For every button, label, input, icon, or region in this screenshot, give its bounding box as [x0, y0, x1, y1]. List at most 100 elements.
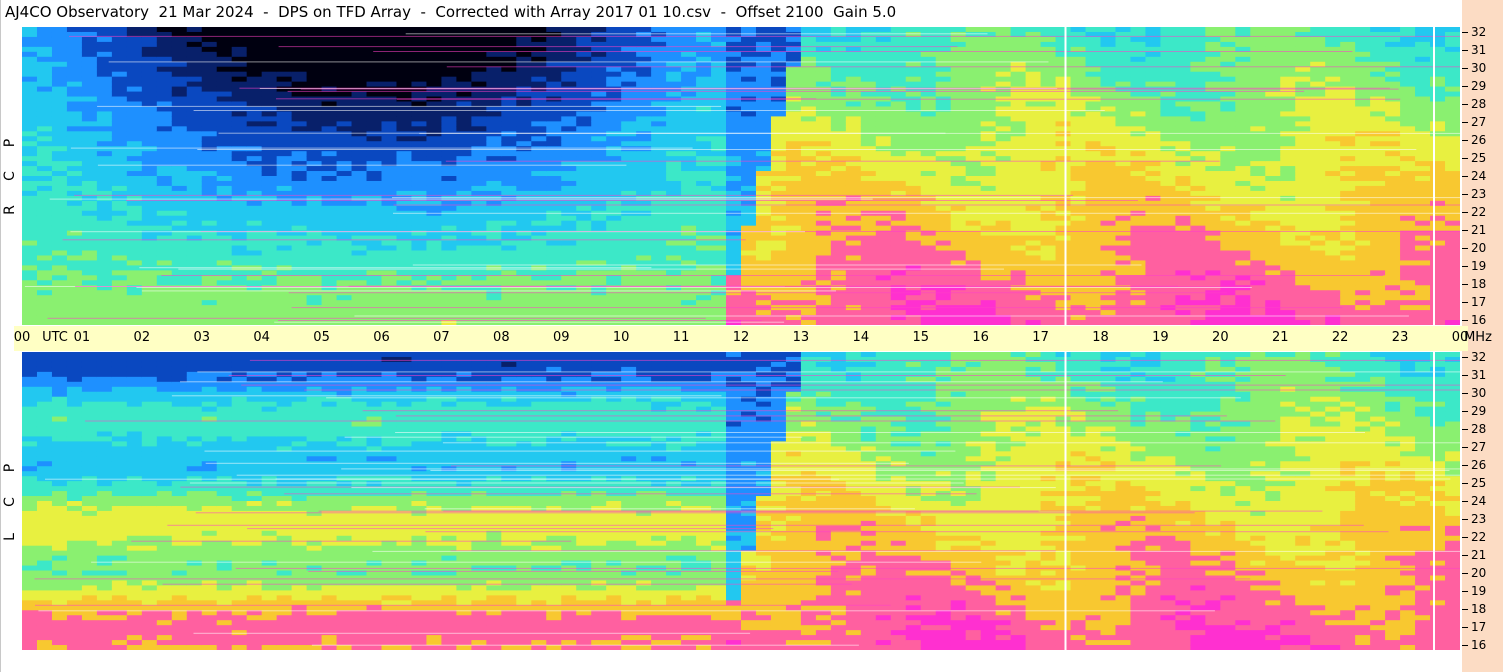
heatmap-cell	[785, 136, 802, 142]
heatmap-cell	[156, 180, 173, 187]
heatmap-cell	[1055, 255, 1072, 262]
heatmap-cell	[22, 126, 38, 132]
heatmap-cell	[1250, 161, 1266, 167]
heatmap-cell	[726, 300, 742, 306]
heatmap-cell	[696, 121, 712, 127]
heatmap-cell	[1235, 260, 1251, 266]
heatmap-cell	[186, 200, 203, 207]
heatmap-cell	[965, 41, 982, 48]
heatmap-cell	[561, 81, 577, 88]
heatmap-cell	[815, 215, 832, 222]
heatmap-cell	[276, 171, 293, 177]
heatmap-cell	[920, 91, 937, 98]
heatmap-cell	[546, 36, 562, 43]
heatmap-cell	[336, 235, 353, 242]
heatmap-cell	[606, 310, 622, 316]
heatmap-cell	[216, 131, 233, 137]
heatmap-cell	[591, 141, 607, 147]
heatmap-cell	[681, 121, 697, 127]
heatmap-cell	[636, 121, 652, 127]
heatmap-cell	[501, 76, 517, 83]
heatmap-cell	[426, 235, 443, 242]
heatmap-cell	[920, 180, 937, 187]
heatmap-cell	[1220, 106, 1236, 113]
heatmap-cell	[711, 275, 727, 281]
heatmap-cell	[935, 51, 952, 58]
heatmap-cell	[950, 320, 967, 325]
heatmap-cell	[531, 131, 547, 137]
heatmap-cell	[965, 275, 982, 281]
heatmap-cell	[651, 176, 667, 182]
heatmap-cell	[1205, 195, 1221, 202]
heatmap-cell	[156, 156, 173, 162]
heatmap-cell	[66, 250, 83, 257]
heatmap-cell	[546, 136, 562, 142]
heatmap-cell	[486, 151, 502, 157]
heatmap-cell	[591, 235, 607, 242]
heatmap-cell	[935, 76, 952, 83]
heatmap-cell	[1010, 171, 1027, 177]
heatmap-cell	[81, 180, 98, 187]
heatmap-cell	[711, 151, 727, 157]
heatmap-cell	[411, 171, 428, 177]
heatmap-cell	[591, 176, 607, 182]
heatmap-cell	[36, 46, 53, 53]
heatmap-cell	[1145, 180, 1162, 187]
heatmap-cell	[1190, 151, 1206, 157]
heatmap-cell	[561, 36, 577, 43]
heatmap-cell	[366, 51, 383, 58]
heatmap-cell	[1175, 195, 1191, 202]
heatmap-cell	[366, 76, 383, 83]
heatmap-cell	[456, 111, 472, 117]
heatmap-cell	[186, 81, 203, 88]
heatmap-cell	[22, 166, 38, 172]
heatmap-cell	[66, 126, 83, 132]
heatmap-cell	[995, 121, 1012, 127]
heatmap-cell	[546, 250, 562, 257]
heatmap-cell	[726, 106, 742, 113]
heatmap-cell	[1265, 56, 1281, 63]
heatmap-cell	[1040, 151, 1057, 157]
heatmap-cell	[860, 275, 877, 281]
heatmap-cell	[830, 180, 847, 187]
heatmap-cell	[741, 205, 757, 212]
heatmap-cell	[276, 300, 293, 306]
heatmap-cell	[66, 61, 83, 68]
heatmap-cell	[1130, 300, 1147, 306]
heatmap-cell	[486, 71, 502, 78]
heatmap-cell	[980, 235, 997, 242]
heatmap-cell	[126, 215, 143, 222]
heatmap-cell	[1175, 36, 1191, 43]
heatmap-cell	[306, 255, 323, 262]
heatmap-cell	[111, 141, 128, 147]
heatmap-cell	[336, 210, 353, 217]
heatmap-cell	[516, 141, 532, 147]
heatmap-cell	[22, 96, 38, 103]
heatmap-cell	[336, 151, 353, 157]
heatmap-cell	[141, 51, 158, 58]
heatmap-cell	[636, 185, 652, 192]
heatmap-cell	[156, 126, 173, 132]
heatmap-cell	[1160, 76, 1176, 83]
heatmap-cell	[22, 210, 38, 217]
heatmap-cell	[1250, 51, 1266, 58]
heatmap-cell	[111, 280, 128, 286]
heatmap-cell	[1190, 136, 1206, 142]
heatmap-cell	[531, 295, 547, 301]
heatmap-cell	[306, 111, 323, 117]
heatmap-cell	[456, 180, 472, 187]
heatmap-cell	[201, 225, 218, 232]
heatmap-cell	[1100, 66, 1117, 73]
heatmap-cell	[666, 280, 682, 286]
heatmap-cell	[111, 111, 128, 117]
heatmap-cell	[935, 27, 952, 33]
heatmap-cell	[231, 141, 248, 147]
heatmap-cell	[1145, 151, 1162, 157]
heatmap-cell	[96, 71, 113, 78]
heatmap-cell	[1100, 166, 1117, 172]
heatmap-cell	[321, 27, 338, 33]
heatmap-cell	[860, 280, 877, 286]
heatmap-cell	[1190, 66, 1206, 73]
heatmap-cell	[81, 235, 98, 242]
heatmap-cell	[755, 151, 772, 157]
